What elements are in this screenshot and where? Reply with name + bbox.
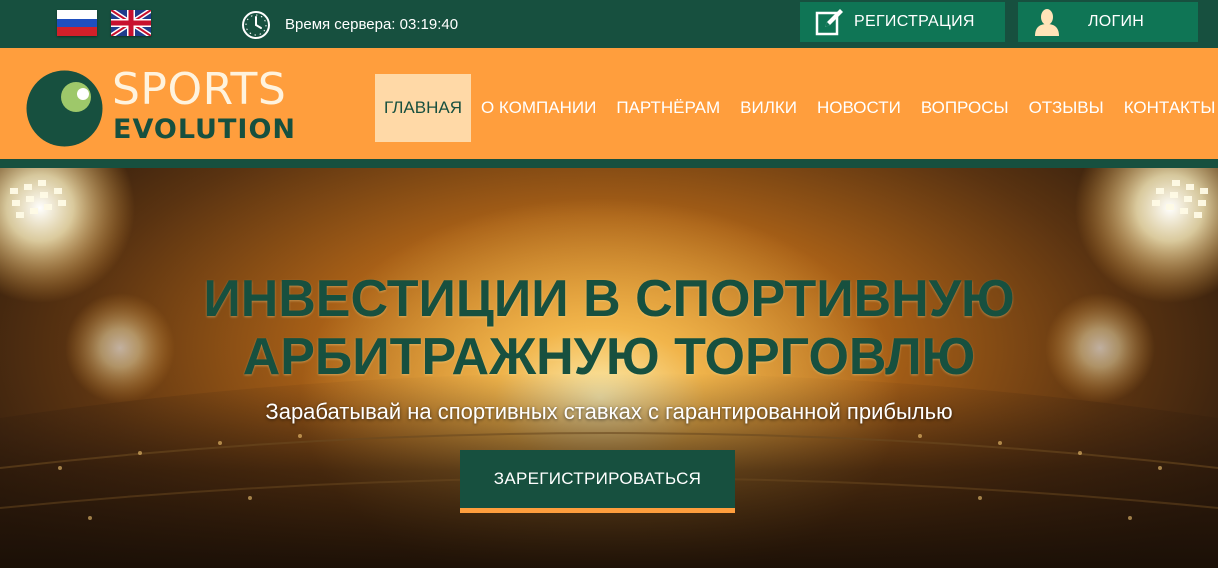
hero-subtitle: Зарабатывай на спортивных ставках с гара… — [265, 399, 953, 424]
server-time: Время сервера: 03:19:40 — [285, 16, 458, 33]
register-cta-button[interactable]: ЗАРЕГИСТРИРОВАТЬСЯ — [460, 450, 735, 513]
main-nav: ГЛАВНАЯ О КОМПАНИИ ПАРТНЁРАМ ВИЛКИ НОВОС… — [375, 74, 1218, 142]
user-icon — [1035, 9, 1059, 36]
logo-text-evolution: EVOLUTION — [113, 114, 296, 145]
hero-title-line2: АРБИТРАЖНУЮ ТОРГОВЛЮ — [242, 328, 976, 386]
nav-item-about[interactable]: О КОМПАНИИ — [471, 74, 606, 142]
nav-item-reviews[interactable]: ОТЗЫВЫ — [1019, 74, 1114, 142]
hero-banner: ИНВЕСТИЦИИ В СПОРТИВНУЮ АРБИТРАЖНУЮ ТОРГ… — [0, 168, 1218, 568]
logo-ball-icon — [26, 70, 103, 147]
logo-text-sports: SPORTS — [112, 64, 287, 115]
nav-item-news[interactable]: НОВОСТИ — [807, 74, 911, 142]
logo[interactable]: SPORTS EVOLUTION — [26, 64, 296, 147]
register-button[interactable]: РЕГИСТРАЦИЯ — [800, 2, 1005, 42]
register-label: РЕГИСТРАЦИЯ — [854, 13, 975, 30]
login-button[interactable]: ЛОГИН — [1018, 2, 1198, 42]
nav-item-contacts[interactable]: КОНТАКТЫ — [1114, 74, 1218, 142]
hero-title-line1: ИНВЕСТИЦИИ В СПОРТИВНУЮ — [203, 270, 1015, 328]
server-time-label: Время сервера: — [285, 16, 396, 33]
server-time-value: 03:19:40 — [399, 16, 459, 33]
main-header: SPORTS EVOLUTION ГЛАВНАЯ О КОМПАНИИ ПАРТ… — [0, 48, 1218, 168]
nav-item-faq[interactable]: ВОПРОСЫ — [911, 74, 1019, 142]
clock-icon — [242, 11, 270, 39]
nav-item-partners[interactable]: ПАРТНЁРАМ — [606, 74, 730, 142]
edit-pencil-icon — [815, 9, 843, 36]
top-bar: Время сервера: 03:19:40 РЕГИСТРАЦИЯ ЛОГИ… — [0, 0, 1218, 48]
uk-flag-icon[interactable] — [111, 10, 151, 36]
nav-item-home[interactable]: ГЛАВНАЯ — [375, 74, 471, 142]
hero-title: ИНВЕСТИЦИИ В СПОРТИВНУЮ АРБИТРАЖНУЮ ТОРГ… — [0, 270, 1218, 386]
login-label: ЛОГИН — [1088, 13, 1145, 30]
nav-item-forks[interactable]: ВИЛКИ — [730, 74, 807, 142]
russia-flag-icon[interactable] — [57, 10, 97, 36]
